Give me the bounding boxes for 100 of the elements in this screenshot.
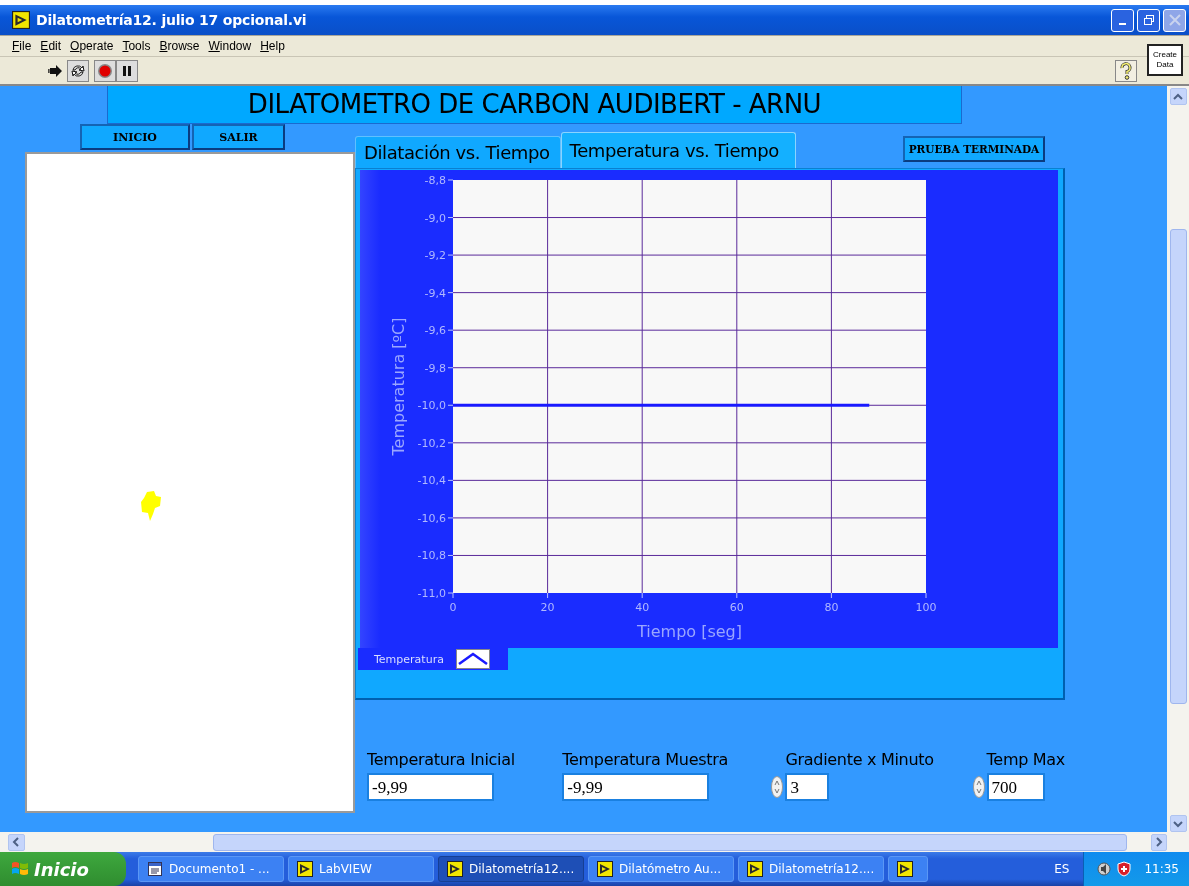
tick-label: -10,6 [417,511,446,525]
tick-label: 100 [915,601,937,614]
tick-label: 20 [540,601,555,614]
tick-mark [447,554,454,556]
field-label: Gradiente x Minuto [785,750,935,769]
field-label: Temperatura Inicial [367,750,516,769]
restore-button[interactable] [1137,8,1160,32]
tick-label: 80 [824,601,839,614]
clock: 11:35 [1144,862,1179,876]
close-button[interactable] [1163,8,1186,32]
vi-icon [12,11,30,29]
taskbar-button[interactable]: Dilatómetro Au... [588,856,734,882]
tick-label: -9,2 [424,249,446,263]
menu-item[interactable]: Help [260,39,285,53]
menu-item[interactable]: Edit [40,39,62,53]
legend-label: Temperatura [374,652,444,666]
continuous-run-icon[interactable] [70,62,86,79]
stop-icon[interactable] [97,62,113,79]
tick-label: -10,4 [417,474,446,488]
tick-mark [447,442,454,444]
taskbar-button[interactable]: Dilatometría12.... [738,856,884,882]
field-label: Temp Max [986,750,1065,769]
menu-item[interactable]: File [12,39,32,53]
caret-up-icon [1173,92,1183,101]
language-indicator[interactable]: ES [1040,862,1084,876]
menu-item[interactable]: Browse [159,39,200,53]
help-button[interactable] [1115,59,1137,82]
blob-mark [139,490,163,522]
scroll-right-button[interactable] [1150,833,1168,851]
tick-label: 60 [729,601,744,614]
tick-mark [925,592,927,599]
tick-mark [447,479,454,481]
tab[interactable]: Temperatura vs. Tiempo [560,132,796,168]
menu-item[interactable]: Operate [70,39,114,53]
tick-label: -9,4 [424,286,446,300]
tick-label: 40 [635,601,650,614]
numeric-field[interactable]: 700 [986,773,1045,801]
vi-icon [897,861,913,877]
speaker-icon[interactable] [1096,861,1113,877]
tick-mark [830,592,832,599]
start-label: Inicio [34,858,89,880]
numeric-field[interactable]: -9,99 [562,773,710,801]
vi-icon [297,861,313,877]
close-icon [1168,14,1181,26]
tick-label: -10,8 [417,549,446,563]
run-arrow-icon[interactable] [48,62,64,79]
horizontal-scrollbar[interactable] [0,832,1189,852]
x-axis-title: Tiempo [seg] [637,622,742,641]
document-icon [147,861,163,877]
taskbar-button[interactable]: LabVIEW [288,856,434,882]
restore-icon [1142,14,1155,26]
taskbar-button[interactable]: Documento1 - ... [138,856,284,882]
menu-item[interactable]: Tools [122,39,151,53]
create-data-box: Create Data [1147,44,1183,76]
tick-label: -9,0 [424,211,446,225]
vertical-scrollbar[interactable] [1167,86,1189,832]
scroll-down-button[interactable] [1169,815,1187,832]
panel-button[interactable]: INICIO [80,124,190,150]
tick-label: -9,8 [424,361,446,375]
tick-mark [447,404,454,406]
increment-decrement-icon[interactable] [771,776,784,798]
tick-label: 0 [449,601,457,614]
window-title: Dilatometría12. julio 17 opcional.vi [36,12,307,28]
vi-icon [747,861,763,877]
tick-mark [447,292,454,294]
increment-decrement-icon[interactable] [972,776,985,798]
tick-label: -10,2 [417,436,446,450]
scroll-up-button[interactable] [1169,88,1187,105]
taskbar-button[interactable]: Dilatometría12.... [438,856,584,882]
start-button[interactable]: Inicio [0,852,126,886]
tab[interactable]: Dilatación vs. Tiempo [355,136,561,168]
tick-label: -8,8 [424,174,446,187]
tick-mark [547,592,549,599]
y-axis-title: Temperatura [ºC] [389,317,408,456]
scroll-thumb[interactable] [1169,229,1187,704]
tick-label: -10,0 [417,399,446,413]
caret-right-icon [1155,837,1164,847]
tick-mark [447,367,454,369]
minimize-icon [1119,23,1126,25]
help-icon [1119,61,1133,80]
tick-mark [447,254,454,256]
panel-button[interactable]: SALIR [192,124,285,150]
line-style-icon[interactable] [455,649,490,669]
shield-icon[interactable] [1116,861,1133,877]
minimize-button[interactable] [1111,8,1134,32]
scroll-thumb[interactable] [212,833,1128,851]
panel-heading: DILATOMETRO DE CARBON AUDIBERT - ARNU [107,86,962,124]
numeric-field[interactable]: -9,99 [367,773,494,801]
vi-icon [597,861,613,877]
tick-label: -9,6 [424,324,446,338]
menu-item[interactable]: Window [208,39,252,53]
tick-mark [447,517,454,519]
status-button[interactable]: PRUEBA TERMINADA [903,136,1045,162]
taskbar-button[interactable] [888,856,928,882]
tick-mark [447,217,454,219]
field-label: Temperatura Muestra [562,750,730,769]
numeric-field[interactable]: 3 [785,773,830,801]
tick-mark [736,592,738,599]
vi-icon [447,861,463,877]
scroll-left-button[interactable] [8,833,25,851]
